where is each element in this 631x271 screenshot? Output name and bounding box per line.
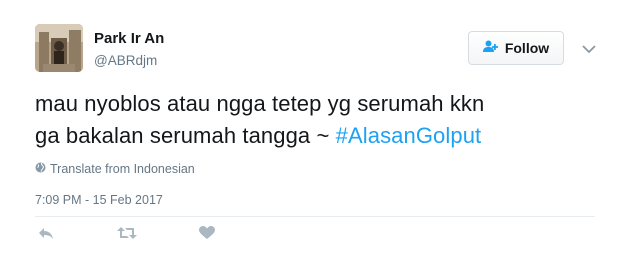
translate-label: Translate from Indonesian (50, 162, 195, 176)
timestamp[interactable]: 7:09 PM - 15 Feb 2017 (35, 193, 163, 207)
user-plus-icon (482, 40, 499, 56)
globe-icon (35, 162, 46, 176)
follow-button-label: Follow (504, 40, 550, 56)
display-name[interactable]: Park Ir An (94, 30, 164, 47)
retweet-icon[interactable] (117, 226, 137, 245)
divider (35, 216, 595, 217)
reply-icon[interactable] (38, 226, 54, 245)
follow-button[interactable]: Follow (468, 31, 564, 65)
hashtag-link[interactable]: #AlasanGolput (336, 123, 482, 148)
tweet-text-line2-prefix: ga bakalan serumah tangga ~ (35, 123, 336, 148)
user-handle[interactable]: @ABRdjm (94, 53, 157, 68)
tweet-text-line1: mau nyoblos atau ngga tetep yg serumah k… (35, 91, 485, 116)
tweet-text: mau nyoblos atau ngga tetep yg serumah k… (35, 88, 615, 152)
heart-icon[interactable] (199, 226, 215, 245)
avatar[interactable] (35, 24, 83, 72)
tweet-text-line2: ga bakalan serumah tangga ~ #AlasanGolpu… (35, 120, 615, 152)
translate-link[interactable]: Translate from Indonesian (35, 162, 195, 176)
chevron-down-icon[interactable] (582, 41, 596, 54)
